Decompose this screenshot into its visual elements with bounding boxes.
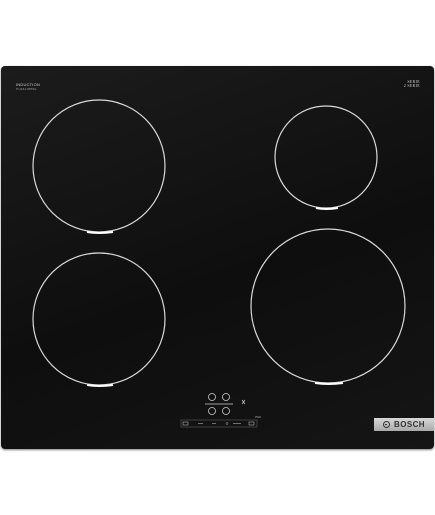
power-button[interactable] bbox=[182, 421, 189, 426]
brand-name: BOSCH bbox=[394, 420, 425, 429]
control-strip bbox=[180, 419, 258, 428]
power-boost-label: PWR bbox=[255, 416, 261, 419]
timer-icon[interactable] bbox=[225, 422, 229, 425]
bosch-armature-icon bbox=[383, 421, 391, 428]
child-lock-icon[interactable] bbox=[241, 399, 246, 405]
zone-selector-icon[interactable] bbox=[205, 393, 233, 415]
induction-hob: INDUCTION PUE611BB5E SERIE 2 SERIE PWR B… bbox=[1, 66, 434, 449]
touch-control-panel bbox=[180, 393, 258, 428]
bosch-logo: BOSCH bbox=[374, 418, 434, 431]
boost-button[interactable] bbox=[248, 421, 255, 426]
